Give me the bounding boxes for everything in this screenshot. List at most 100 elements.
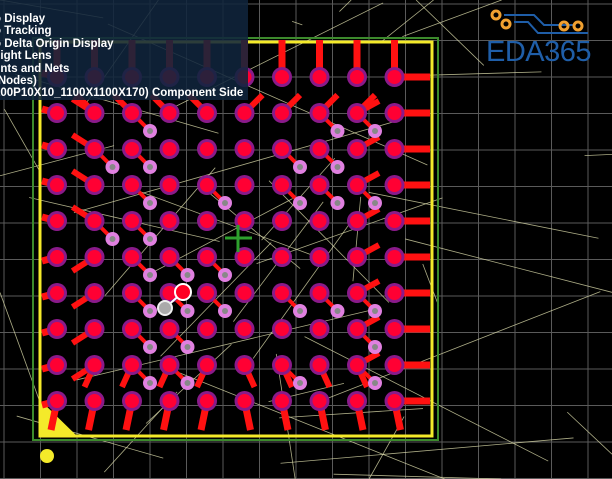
- bga-pad[interactable]: [50, 214, 64, 228]
- bga-pad[interactable]: [237, 322, 252, 336]
- bga-pad[interactable]: [350, 178, 364, 192]
- bga-pad[interactable]: [125, 394, 139, 408]
- bga-pad[interactable]: [312, 250, 327, 264]
- bga-pad[interactable]: [125, 250, 139, 264]
- bga-pad[interactable]: [87, 250, 102, 264]
- bga-pad[interactable]: [275, 358, 289, 372]
- bga-pad[interactable]: [387, 358, 402, 372]
- bga-pad[interactable]: [237, 178, 252, 192]
- bga-pad[interactable]: [350, 322, 364, 336]
- bga-pad[interactable]: [125, 106, 139, 120]
- bga-pad[interactable]: [87, 214, 102, 228]
- bga-pad[interactable]: [125, 322, 139, 336]
- bga-pad[interactable]: [200, 358, 214, 372]
- bga-pad[interactable]: [237, 394, 252, 408]
- bga-pad[interactable]: [350, 286, 364, 300]
- bga-pad[interactable]: [200, 250, 214, 264]
- bga-pad[interactable]: [387, 394, 402, 408]
- bga-pad[interactable]: [275, 322, 289, 336]
- info-line: o Tracking: [0, 25, 52, 38]
- bga-pad[interactable]: [50, 106, 64, 120]
- bga-pad[interactable]: [50, 178, 64, 192]
- bga-pad[interactable]: [125, 358, 139, 372]
- bga-pad[interactable]: [350, 358, 364, 372]
- bga-pad[interactable]: [200, 142, 214, 156]
- bga-pad[interactable]: [275, 70, 289, 84]
- bga-pad[interactable]: [50, 358, 64, 372]
- bga-pad[interactable]: [87, 142, 102, 156]
- bga-pad[interactable]: [200, 322, 214, 336]
- bga-pad[interactable]: [162, 178, 177, 192]
- bga-pad[interactable]: [275, 250, 289, 264]
- bga-pad[interactable]: [237, 214, 252, 228]
- bga-pad[interactable]: [275, 142, 289, 156]
- bga-pad[interactable]: [87, 394, 102, 408]
- ratsnest-line: [584, 153, 612, 157]
- bga-pad[interactable]: [350, 394, 364, 408]
- bga-pad[interactable]: [312, 394, 327, 408]
- bga-pad[interactable]: [312, 358, 327, 372]
- bga-pad[interactable]: [162, 214, 177, 228]
- bga-pad[interactable]: [387, 214, 402, 228]
- bga-pad[interactable]: [350, 214, 364, 228]
- bga-pad[interactable]: [200, 214, 214, 228]
- bga-pad[interactable]: [125, 142, 139, 156]
- bga-pad[interactable]: [387, 106, 402, 120]
- bga-pad[interactable]: [237, 286, 252, 300]
- via-hole: [222, 200, 228, 206]
- bga-pad[interactable]: [275, 106, 289, 120]
- via-hole: [372, 128, 378, 134]
- bga-pad[interactable]: [312, 70, 327, 84]
- bga-pad[interactable]: [200, 286, 214, 300]
- bga-pad[interactable]: [312, 178, 327, 192]
- bga-pad[interactable]: [237, 358, 252, 372]
- bga-pad[interactable]: [162, 322, 177, 336]
- bga-pad[interactable]: [162, 106, 177, 120]
- bga-pad[interactable]: [50, 286, 64, 300]
- bga-pad[interactable]: [87, 286, 102, 300]
- bga-pad[interactable]: [87, 178, 102, 192]
- bga-pad[interactable]: [50, 322, 64, 336]
- bga-pad[interactable]: [387, 322, 402, 336]
- bga-pad[interactable]: [162, 394, 177, 408]
- bga-pad[interactable]: [275, 214, 289, 228]
- bga-pad[interactable]: [200, 106, 214, 120]
- bga-pad[interactable]: [312, 142, 327, 156]
- bga-pad[interactable]: [275, 394, 289, 408]
- bga-pad[interactable]: [275, 178, 289, 192]
- bga-pad[interactable]: [125, 214, 139, 228]
- bga-pad[interactable]: [237, 250, 252, 264]
- bga-pad[interactable]: [50, 394, 64, 408]
- bga-pad[interactable]: [50, 250, 64, 264]
- bga-pad[interactable]: [350, 142, 364, 156]
- bga-pad[interactable]: [312, 214, 327, 228]
- bga-pad[interactable]: [350, 250, 364, 264]
- bga-pad[interactable]: [125, 286, 139, 300]
- bga-pad[interactable]: [387, 286, 402, 300]
- bga-pad[interactable]: [162, 142, 177, 156]
- bga-pad[interactable]: [50, 142, 64, 156]
- bga-pad[interactable]: [162, 358, 177, 372]
- bga-pad[interactable]: [312, 106, 327, 120]
- bga-pad[interactable]: [312, 322, 327, 336]
- bga-pad[interactable]: [387, 70, 402, 84]
- info-line: o Display: [0, 13, 46, 25]
- pcb-canvas[interactable]: o Displayo Trackingo Delta Origin Displa…: [0, 0, 612, 479]
- bga-pad[interactable]: [237, 106, 252, 120]
- bga-pad[interactable]: [87, 358, 102, 372]
- bga-pad[interactable]: [387, 250, 402, 264]
- bga-pad[interactable]: [312, 286, 327, 300]
- bga-pad[interactable]: [200, 394, 214, 408]
- bga-pad[interactable]: [350, 106, 364, 120]
- bga-pad[interactable]: [237, 142, 252, 156]
- bga-pad[interactable]: [125, 178, 139, 192]
- bga-pad[interactable]: [200, 178, 214, 192]
- bga-pad[interactable]: [87, 322, 102, 336]
- bga-pad[interactable]: [350, 70, 364, 84]
- bga-pad[interactable]: [275, 286, 289, 300]
- bga-pad[interactable]: [87, 106, 102, 120]
- via-hole: [184, 344, 191, 350]
- bga-pad[interactable]: [387, 142, 402, 156]
- bga-pad[interactable]: [162, 250, 177, 264]
- bga-pad[interactable]: [387, 178, 402, 192]
